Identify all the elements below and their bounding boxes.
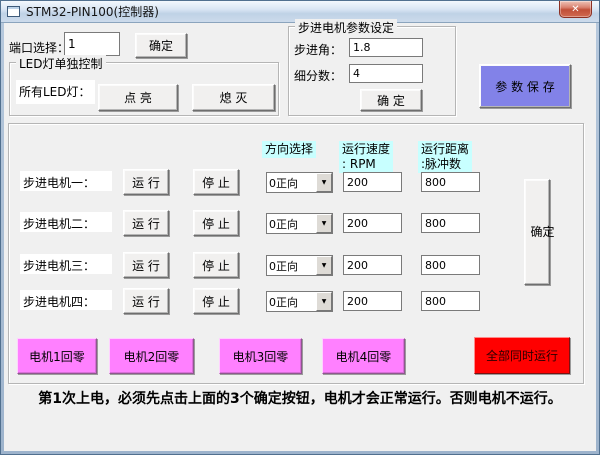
confirm-vertical-button[interactable]: 确定: [524, 179, 550, 285]
run-button[interactable]: 运 行: [123, 169, 169, 195]
dropdown-arrow-button[interactable]: ▼: [316, 292, 332, 311]
chevron-down-icon: ▼: [322, 298, 327, 305]
led-group-title: LED灯单独控制: [16, 55, 106, 72]
footer-note: 第1次上电，必须先点击上面的3个确定按钮，电机才会正常运行。否则电机不运行。: [4, 388, 596, 408]
motor-row: 步进电机一： 运 行 停 止 0正向 ▼: [9, 169, 583, 196]
motor1-zero-button[interactable]: 电机1回零: [17, 338, 97, 374]
step-angle-input[interactable]: [349, 38, 423, 57]
port-label: 端口选择：: [9, 39, 69, 56]
dropdown-arrow-button[interactable]: ▼: [316, 214, 332, 233]
run-button[interactable]: 运 行: [123, 210, 169, 236]
speed-input[interactable]: [343, 172, 402, 192]
subdivision-label: 细分数：: [294, 67, 342, 84]
subdivision-input[interactable]: [349, 64, 423, 83]
stop-button[interactable]: 停 止: [193, 252, 239, 278]
direction-select[interactable]: 0正向 ▼: [266, 291, 333, 312]
run-button[interactable]: 运 行: [123, 252, 169, 278]
step-angle-label: 步进角：: [294, 41, 342, 58]
direction-value: 0正向: [267, 292, 316, 311]
direction-select[interactable]: 0正向 ▼: [266, 213, 333, 234]
close-icon: ✕: [571, 4, 579, 15]
direction-value: 0正向: [267, 256, 316, 275]
distance-input[interactable]: [421, 291, 480, 311]
motor-row: 步进电机二： 运 行 停 止 0正向 ▼: [9, 210, 583, 237]
led-on-button[interactable]: 点 亮: [98, 84, 178, 111]
dropdown-arrow-button[interactable]: ▼: [316, 173, 332, 192]
motor2-zero-button[interactable]: 电机2回零: [109, 338, 194, 374]
motor-label: 步进电机一：: [20, 171, 112, 191]
run-button[interactable]: 运 行: [123, 288, 169, 314]
motor3-zero-button[interactable]: 电机3回零: [219, 338, 302, 374]
app-window: STM32-PIN100(控制器) ✕ 端口选择： 确定 LED灯单独控制 所有…: [0, 0, 600, 455]
chevron-down-icon: ▼: [322, 262, 327, 269]
distance-input[interactable]: [421, 172, 480, 192]
chevron-down-icon: ▼: [322, 220, 327, 227]
stop-button[interactable]: 停 止: [193, 169, 239, 195]
direction-value: 0正向: [267, 173, 316, 192]
motor-row: 步进电机三： 运 行 停 止 0正向 ▼: [9, 252, 583, 279]
distance-input[interactable]: [421, 213, 480, 233]
run-all-button[interactable]: 全部同时运行: [474, 337, 570, 374]
direction-select[interactable]: 0正向 ▼: [266, 172, 333, 193]
client-area: 端口选择： 确定 LED灯单独控制 所有LED灯： 点 亮 熄 灭 步进电机参数…: [4, 23, 596, 451]
app-icon: [7, 6, 20, 17]
param-group-title: 步进电机参数设定: [295, 19, 397, 36]
led-off-button[interactable]: 熄 灭: [192, 84, 275, 111]
motor-row: 步进电机四： 运 行 停 止 0正向 ▼: [9, 288, 583, 315]
motor4-zero-button[interactable]: 电机4回零: [322, 338, 405, 374]
chevron-down-icon: ▼: [322, 179, 327, 186]
save-params-button[interactable]: 参 数 保 存: [479, 64, 571, 108]
direction-select[interactable]: 0正向 ▼: [266, 255, 333, 276]
window-title: STM32-PIN100(控制器): [26, 3, 159, 20]
port-input[interactable]: [64, 32, 120, 56]
distance-input[interactable]: [421, 255, 480, 275]
stop-button[interactable]: 停 止: [193, 288, 239, 314]
motor-label: 步进电机三：: [20, 254, 112, 274]
motor-panel: 方向选择 运行速度: RPM 运行距离:脉冲数 步进电机一： 运 行 停 止 0…: [8, 123, 584, 384]
all-led-label: 所有LED灯：: [16, 80, 95, 104]
speed-input[interactable]: [343, 255, 402, 275]
stop-button[interactable]: 停 止: [193, 210, 239, 236]
speed-input[interactable]: [343, 213, 402, 233]
led-groupbox: LED灯单独控制 所有LED灯： 点 亮 熄 灭: [9, 62, 279, 116]
dropdown-arrow-button[interactable]: ▼: [316, 256, 332, 275]
close-button[interactable]: ✕: [559, 1, 592, 18]
param-confirm-button[interactable]: 确 定: [360, 89, 422, 111]
header-direction: 方向选择: [262, 141, 316, 158]
port-confirm-button[interactable]: 确定: [135, 33, 187, 58]
motor-label: 步进电机四：: [20, 290, 112, 310]
speed-input[interactable]: [343, 291, 402, 311]
direction-value: 0正向: [267, 214, 316, 233]
param-groupbox: 步进电机参数设定 步进角： 细分数： 确 定: [288, 26, 456, 116]
motor-label: 步进电机二：: [20, 212, 112, 232]
